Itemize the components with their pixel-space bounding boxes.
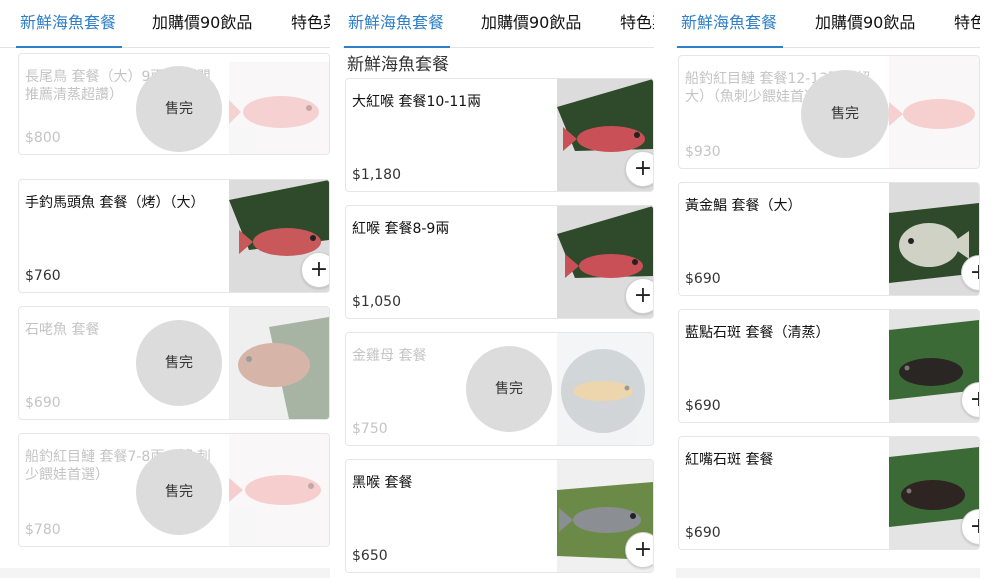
menu-item-card[interactable]: 紅嘴石斑 套餐 $690 + [678,436,980,550]
tab-specialty-dishes[interactable]: 特色菜 [620,0,654,48]
tab-fresh-fish-set[interactable]: 新鮮海魚套餐 [15,0,123,48]
menu-item-card[interactable]: 石咾魚 套餐 $690 售完 [18,306,330,420]
item-name: 紅喉 套餐8-9兩 [352,221,450,237]
item-price: $1,050 [352,294,401,310]
add-to-cart-button[interactable]: + [625,151,653,187]
bottom-fade [0,568,330,578]
category-tabs: 新鮮海魚套餐 加購價90飲品 特色菜 [676,0,980,48]
menu-item-card[interactable]: 黑喉 套餐 $650 + [345,459,654,573]
item-name: 藍點石斑 套餐（清蒸） [685,325,830,341]
menu-panel-1: 新鮮海魚套餐 加購價90飲品 特色菜 長尾鳥 套餐（大）9兩 （老闆推薦清蒸超讚… [0,0,330,578]
menu-panel-3: 新鮮海魚套餐 加購價90飲品 特色菜 船釣紅目鰱 套餐12-13兩（超大）（魚刺… [676,0,980,578]
item-price: $930 [685,144,721,160]
category-tabs: 新鮮海魚套餐 加購價90飲品 特色菜 [0,0,330,48]
menu-item-card[interactable]: 金雞母 套餐 $750 售完 [345,332,654,446]
item-price: $690 [25,395,61,411]
pink-fish-image [229,434,329,546]
item-name: 手釣馬頭魚 套餐（烤）（大） [25,195,205,211]
menu-item-card[interactable]: 船釣紅目鰱 套餐12-13兩（超大）（魚刺少餵娃首選） $930 售完 [678,55,980,169]
sold-out-badge: 售完 [801,70,889,158]
brown-fish-image [229,307,329,419]
fish-on-ice-image [557,333,653,445]
item-name: 黃金鯧 套餐（大） [685,198,802,214]
add-to-cart-button[interactable]: + [625,278,653,314]
item-name: 大紅喉 套餐10-11兩 [352,94,482,110]
menu-item-card[interactable]: 船釣紅目鰱 套餐7-8兩 （魚刺少餵娃首選） $780 售完 [18,433,330,547]
item-price: $1,180 [352,167,401,183]
menu-panel-2: 新鮮海魚套餐 加購價90飲品 特色菜 新鮮海魚套餐 大紅喉 套餐10-11兩 $… [343,0,654,578]
menu-item-card[interactable]: 黃金鯧 套餐（大） $690 + [678,182,980,296]
pink-fish-image [229,62,329,154]
section-title: 新鮮海魚套餐 [347,55,449,75]
tab-fresh-fish-set[interactable]: 新鮮海魚套餐 [676,0,784,48]
item-price: $750 [352,421,388,437]
sold-out-badge: 售完 [136,449,222,535]
sold-out-badge: 售完 [466,346,552,432]
menu-item-card[interactable]: 大紅喉 套餐10-11兩 $1,180 + [345,78,654,192]
item-price: $780 [25,522,61,538]
item-price: $650 [352,548,388,564]
add-to-cart-button[interactable]: + [301,252,329,288]
menu-item-card[interactable]: 長尾鳥 套餐（大）9兩 （老闆推薦清蒸超讚） $800 售完 [18,53,330,155]
tab-add-on-drinks[interactable]: 加購價90飲品 [815,0,915,48]
item-price: $690 [685,398,721,414]
tab-fresh-fish-set[interactable]: 新鮮海魚套餐 [343,0,451,48]
tab-add-on-drinks[interactable]: 加購價90飲品 [152,0,252,48]
sold-out-badge: 售完 [136,320,222,406]
item-price: $690 [685,525,721,541]
bottom-fade [676,568,980,578]
tab-specialty-dishes[interactable]: 特色菜 [291,0,330,48]
menu-item-card[interactable]: 藍點石斑 套餐（清蒸） $690 + [678,309,980,423]
item-price: $800 [25,130,61,146]
add-to-cart-button[interactable]: + [625,532,653,568]
tab-specialty-dishes[interactable]: 特色菜 [954,0,980,48]
sold-out-badge: 售完 [136,66,222,152]
category-tabs: 新鮮海魚套餐 加購價90飲品 特色菜 [343,0,654,48]
item-name: 黑喉 套餐 [352,475,413,491]
pink-fish-image [889,56,979,168]
item-name: 紅嘴石斑 套餐 [685,452,774,468]
item-price: $690 [685,271,721,287]
menu-item-card[interactable]: 手釣馬頭魚 套餐（烤）（大） $760 + [18,179,330,293]
menu-item-card[interactable]: 紅喉 套餐8-9兩 $1,050 + [345,205,654,319]
item-price: $760 [25,268,61,284]
tab-add-on-drinks[interactable]: 加購價90飲品 [481,0,581,48]
